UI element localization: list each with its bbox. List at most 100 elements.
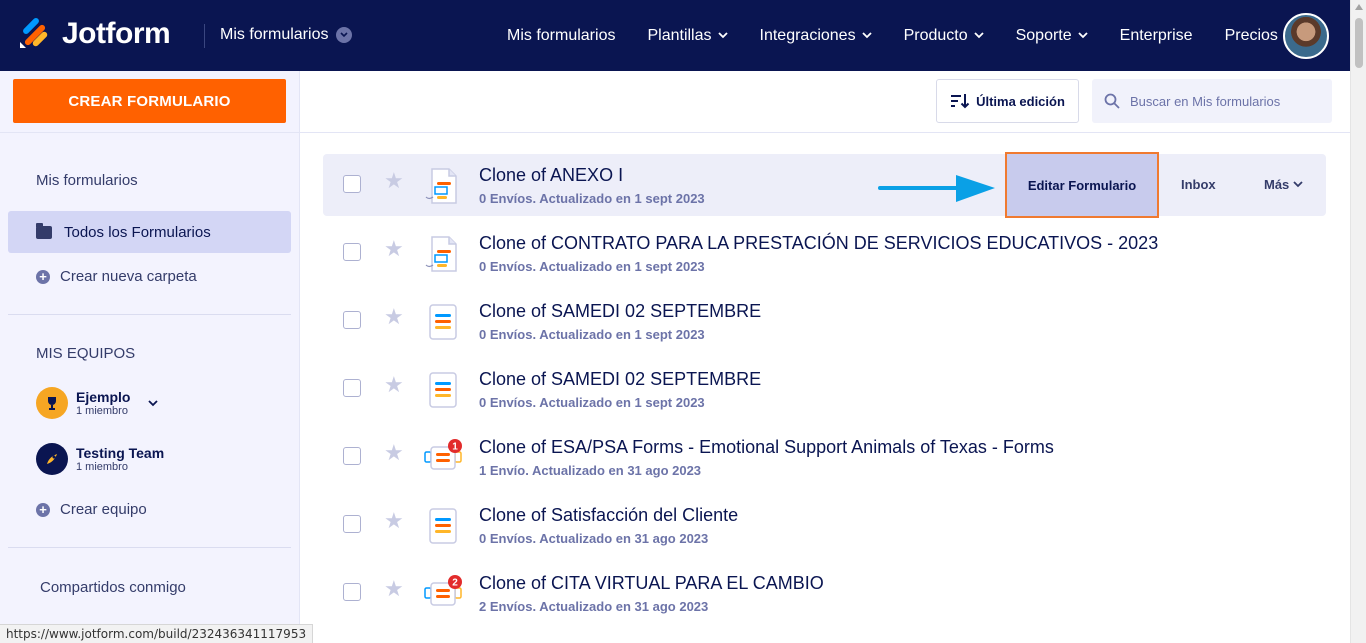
star-icon[interactable]: ★	[384, 374, 404, 396]
edit-form-button[interactable]: Editar Formulario	[1005, 152, 1159, 218]
nav-soporte[interactable]: Soporte	[1000, 27, 1104, 45]
shared-with-me-link[interactable]: Compartidos conmigo	[40, 579, 186, 596]
create-folder-link[interactable]: + Crear nueva carpeta	[36, 268, 197, 285]
more-label: Más	[1264, 177, 1290, 192]
row-checkbox[interactable]	[343, 515, 361, 533]
team-name: Ejemplo	[76, 389, 131, 405]
form-card-icon	[429, 508, 457, 544]
form-meta: 2 Envíos. Actualizado en 31 ago 2023	[479, 599, 709, 614]
nav-link-label: Precios	[1224, 26, 1278, 44]
nav-link-label: Integraciones	[759, 26, 856, 44]
nav-producto[interactable]: Producto	[888, 27, 1000, 45]
teams-heading: MIS EQUIPOS	[36, 345, 136, 362]
star-icon[interactable]: ★	[384, 170, 404, 192]
form-meta: 0 Envíos. Actualizado en 1 sept 2023	[479, 327, 705, 342]
nav-mis-formularios[interactable]: Mis formularios	[491, 27, 631, 45]
plus-circle-icon: +	[36, 269, 50, 284]
form-row[interactable]: ★ 2 Clone of CITA VIRTUAL PARA EL CAMBIO…	[323, 562, 1326, 624]
user-avatar[interactable]	[1283, 13, 1329, 59]
nav-precios[interactable]: Precios	[1209, 27, 1294, 45]
sort-label: Última edición	[976, 93, 1065, 109]
annotation-arrow-icon	[878, 175, 995, 202]
form-meta: 0 Envíos. Actualizado en 1 sept 2023	[479, 191, 705, 206]
my-forms-dropdown[interactable]: Mis formularios	[220, 26, 353, 44]
form-title[interactable]: Clone of CONTRATO PARA LA PRESTACIÓN DE …	[479, 233, 1158, 254]
form-title[interactable]: Clone of CITA VIRTUAL PARA EL CAMBIO	[479, 573, 824, 594]
form-row[interactable]: ★ Clone of ANEXO I 0 Envíos. Actualizado…	[323, 152, 1326, 218]
form-title[interactable]: Clone of SAMEDI 02 SEPTEMBRE	[479, 301, 761, 322]
star-icon[interactable]: ★	[384, 442, 404, 464]
sidebar-divider	[8, 314, 291, 315]
nav-divider	[204, 24, 205, 48]
team-name: Testing Team	[76, 445, 165, 461]
form-meta: 0 Envíos. Actualizado en 1 sept 2023	[479, 259, 705, 274]
chevron-down-icon	[973, 32, 984, 39]
form-title[interactable]: Clone of ANEXO I	[479, 165, 623, 186]
row-checkbox[interactable]	[343, 311, 361, 329]
chevron-down-icon[interactable]	[148, 399, 159, 407]
chevron-down-icon	[717, 32, 728, 39]
star-icon[interactable]: ★	[384, 306, 404, 328]
jotform-logo-icon	[20, 18, 48, 48]
create-form-button[interactable]: CREAR FORMULARIO	[13, 79, 286, 123]
form-row[interactable]: ★ Clone of SAMEDI 02 SEPTEMBRE 0 Envíos.…	[323, 290, 1326, 352]
form-row[interactable]: ★ Clone of Satisfacción del Cliente 0 En…	[323, 494, 1326, 556]
create-team-link[interactable]: + Crear equipo	[36, 501, 147, 518]
form-meta: 0 Envíos. Actualizado en 1 sept 2023	[479, 395, 705, 410]
sidebar-item-label: Todos los Formularios	[64, 223, 211, 241]
sort-icon	[951, 94, 970, 109]
row-checkbox[interactable]	[343, 583, 361, 601]
card-form-icon: 1	[424, 439, 462, 470]
create-folder-label: Crear nueva carpeta	[60, 268, 197, 285]
nav-integraciones[interactable]: Integraciones	[744, 27, 888, 45]
form-card-icon	[425, 168, 457, 204]
form-title[interactable]: Clone of ESA/PSA Forms - Emotional Suppo…	[479, 437, 1054, 458]
nav-link-label: Enterprise	[1119, 26, 1193, 44]
nav-links: Mis formularios Plantillas Integraciones…	[491, 0, 1294, 71]
form-meta: 1 Envío. Actualizado en 31 ago 2023	[479, 463, 702, 478]
scroll-up-arrow-icon[interactable]	[1355, 4, 1363, 10]
row-checkbox[interactable]	[343, 379, 361, 397]
star-icon[interactable]: ★	[384, 238, 404, 260]
form-title[interactable]: Clone of Satisfacción del Cliente	[479, 505, 738, 526]
form-row[interactable]: ★ Clone of CONTRATO PARA LA PRESTACIÓN D…	[323, 222, 1326, 284]
sidebar: CREAR FORMULARIO Mis formularios Todos l…	[0, 71, 300, 643]
my-forms-heading: Mis formularios	[36, 172, 138, 189]
star-icon[interactable]: ★	[384, 510, 404, 532]
sidebar-divider	[0, 132, 300, 133]
star-icon[interactable]: ★	[384, 578, 404, 600]
nav-enterprise[interactable]: Enterprise	[1104, 27, 1209, 45]
scrollbar-thumb[interactable]	[1355, 18, 1363, 68]
form-row[interactable]: ★ 1 Clone of ESA/PSA Forms - Emotional S…	[323, 426, 1326, 488]
nav-link-label: Plantillas	[647, 26, 712, 44]
team-members: 1 miembro	[76, 461, 128, 473]
more-button[interactable]: Más	[1264, 177, 1303, 192]
row-checkbox[interactable]	[343, 175, 361, 193]
my-forms-dropdown-label: Mis formularios	[220, 26, 329, 43]
nav-plantillas[interactable]: Plantillas	[631, 27, 743, 45]
rocket-icon	[36, 443, 68, 475]
folder-icon	[36, 222, 52, 239]
submission-badge: 2	[452, 578, 458, 589]
top-navbar: Jotform Mis formularios Mis formularios …	[0, 0, 1350, 71]
chevron-down-icon	[861, 32, 872, 39]
chevron-down-icon	[1293, 181, 1303, 188]
form-row[interactable]: ★ Clone of SAMEDI 02 SEPTEMBRE 0 Envíos.…	[323, 358, 1326, 420]
row-checkbox[interactable]	[343, 447, 361, 465]
team-item-ejemplo[interactable]: Ejemplo 1 miembro	[36, 387, 159, 419]
team-item-testing-team[interactable]: Testing Team 1 miembro	[36, 443, 164, 475]
brand-name: Jotform	[62, 17, 171, 50]
inbox-button[interactable]: Inbox	[1181, 177, 1216, 192]
row-checkbox[interactable]	[343, 243, 361, 261]
card-form-icon: 2	[424, 575, 462, 606]
trophy-icon	[36, 387, 68, 419]
page-scrollbar[interactable]	[1350, 0, 1366, 643]
form-meta: 0 Envíos. Actualizado en 31 ago 2023	[479, 531, 709, 546]
search-box[interactable]	[1092, 79, 1332, 123]
content-toolbar: Última edición	[300, 71, 1350, 133]
sidebar-item-all-forms[interactable]: Todos los Formularios	[8, 211, 291, 253]
jotform-logo[interactable]: Jotform	[18, 17, 171, 51]
sort-button[interactable]: Última edición	[936, 79, 1079, 123]
search-input[interactable]	[1130, 93, 1320, 109]
form-title[interactable]: Clone of SAMEDI 02 SEPTEMBRE	[479, 369, 761, 390]
